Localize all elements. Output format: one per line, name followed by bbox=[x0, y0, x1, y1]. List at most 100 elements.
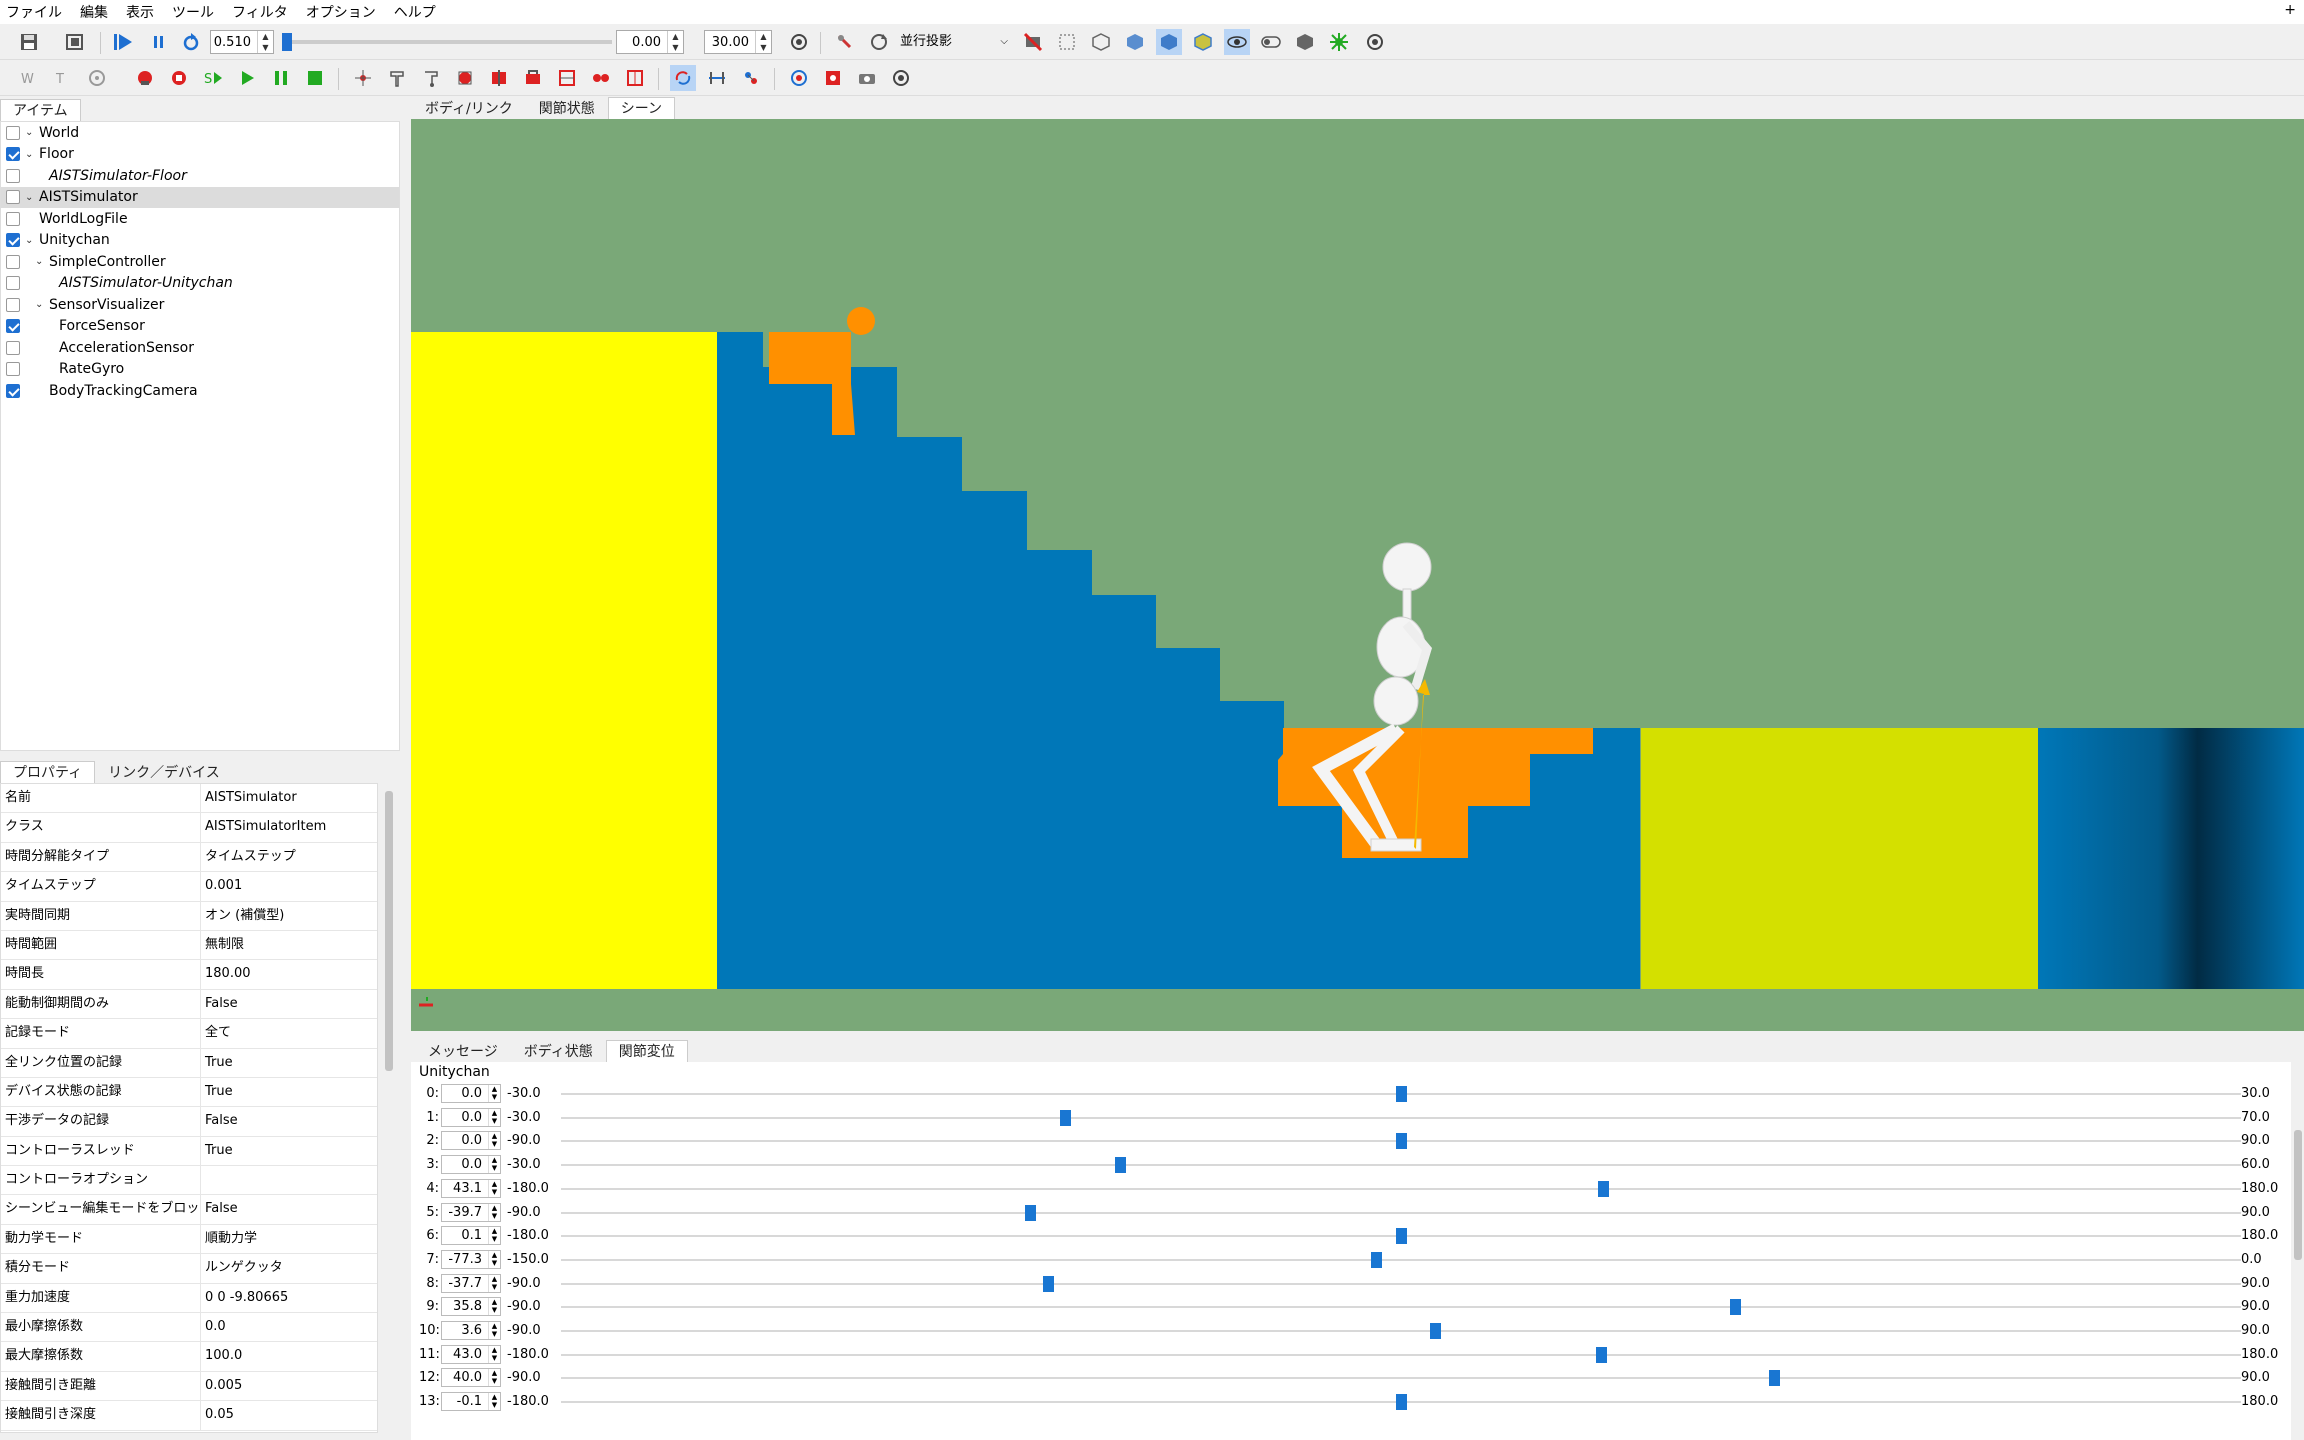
menu-edit[interactable]: 編集 bbox=[80, 2, 108, 22]
property-value[interactable]: 100.0 bbox=[201, 1342, 377, 1370]
joint-slider-thumb[interactable] bbox=[1429, 1323, 1441, 1339]
property-value[interactable]: 0.05 bbox=[201, 1401, 377, 1429]
solid-cube-icon[interactable] bbox=[1122, 29, 1148, 55]
tree-item[interactable]: ⌄ SimpleController bbox=[1, 251, 399, 273]
body-icon[interactable]: T bbox=[50, 65, 76, 91]
property-value[interactable]: False bbox=[201, 990, 377, 1018]
property-value[interactable]: 順動力学 bbox=[201, 1225, 377, 1253]
joint-value-field[interactable]: -0.1 ▲ ▼ bbox=[441, 1392, 501, 1412]
property-row[interactable]: 時間長 180.00 bbox=[1, 960, 377, 990]
joint-value-field[interactable]: 43.0 ▲ ▼ bbox=[441, 1344, 501, 1364]
light-icon[interactable] bbox=[1326, 29, 1352, 55]
tree-item-checkbox[interactable] bbox=[6, 147, 20, 162]
tree-item-checkbox[interactable] bbox=[6, 383, 20, 398]
expand-chevron-icon[interactable]: ⌄ bbox=[35, 299, 43, 310]
property-value[interactable]: ルンゲクッタ bbox=[201, 1254, 377, 1282]
tree-item[interactable]: AISTSimulator-Floor bbox=[1, 165, 399, 187]
property-value[interactable]: True bbox=[201, 1137, 377, 1165]
property-value[interactable]: 0.005 bbox=[201, 1372, 377, 1400]
tab-properties[interactable]: プロパティ bbox=[0, 761, 96, 783]
mesh-cube-icon[interactable] bbox=[1088, 29, 1114, 55]
expand-chevron-icon[interactable]: ⌄ bbox=[25, 149, 33, 160]
property-row[interactable]: シーンビュー編集モードをブロック False bbox=[1, 1195, 377, 1225]
tree-item[interactable]: ⌄ Unitychan bbox=[1, 230, 399, 252]
tab-scene[interactable]: シーン bbox=[607, 97, 676, 119]
spin-arrows-icon[interactable]: ▲ ▼ bbox=[488, 1250, 500, 1268]
spin-arrows-icon[interactable]: ▲ ▼ bbox=[488, 1132, 500, 1150]
spin-arrows-icon[interactable]: ▲ ▼ bbox=[488, 1156, 500, 1174]
spin-arrows-icon[interactable]: ▲ ▼ bbox=[488, 1227, 500, 1245]
joint-slider[interactable] bbox=[561, 1211, 2241, 1214]
tab-links-devices[interactable]: リンク／デバイス bbox=[95, 761, 233, 783]
box-icon[interactable] bbox=[1292, 29, 1318, 55]
joint-value-field[interactable]: 35.8 ▲ ▼ bbox=[441, 1297, 501, 1317]
tree-item[interactable]: ForceSensor bbox=[1, 316, 399, 338]
add-toolbar-button[interactable]: + bbox=[2284, 2, 2296, 18]
joint-value-field[interactable]: 0.0 ▲ ▼ bbox=[441, 1107, 501, 1127]
tab-joint-displacement[interactable]: 関節変位 bbox=[605, 1040, 688, 1062]
step-play-icon[interactable]: S bbox=[200, 65, 226, 91]
joint-value-field[interactable]: 43.1 ▲ ▼ bbox=[441, 1178, 501, 1198]
tree-item[interactable]: ⌄ SensorVisualizer bbox=[1, 294, 399, 316]
tree-item-checkbox[interactable] bbox=[6, 190, 20, 205]
joint-value-field[interactable]: 40.0 ▲ ▼ bbox=[441, 1368, 501, 1388]
start-simulation-icon[interactable] bbox=[110, 29, 136, 55]
expand-chevron-icon[interactable]: ⌄ bbox=[25, 235, 33, 246]
property-value[interactable]: 0.001 bbox=[201, 872, 377, 900]
property-scrollbar[interactable] bbox=[384, 783, 394, 1433]
joint-slider[interactable] bbox=[561, 1164, 2241, 1167]
property-row[interactable]: クラス AISTSimulatorItem bbox=[1, 813, 377, 843]
time-step-field[interactable]: 0.510 ▲ ▼ bbox=[210, 30, 274, 54]
joint-slider[interactable] bbox=[561, 1330, 2241, 1332]
fk-icon[interactable] bbox=[384, 65, 410, 91]
menu-help[interactable]: ヘルプ bbox=[394, 2, 436, 22]
capture-icon[interactable] bbox=[786, 65, 812, 91]
projection-select[interactable]: 並行投影 ⌵ bbox=[898, 30, 1012, 54]
joint-value-field[interactable]: 0.1 ▲ ▼ bbox=[441, 1226, 501, 1246]
property-row[interactable]: 最小摩擦係数 0.0 bbox=[1, 1313, 377, 1343]
tree-item-checkbox[interactable] bbox=[6, 362, 20, 377]
joint-value-field[interactable]: -77.3 ▲ ▼ bbox=[441, 1249, 501, 1269]
center-icon[interactable] bbox=[704, 65, 730, 91]
tree-item-checkbox[interactable] bbox=[6, 233, 20, 248]
cm-icon[interactable] bbox=[738, 65, 764, 91]
sync-icon[interactable] bbox=[670, 65, 696, 91]
collision-icon[interactable] bbox=[1020, 29, 1046, 55]
joint-value-field[interactable]: 0.0 ▲ ▼ bbox=[441, 1155, 501, 1175]
property-value[interactable]: 無制限 bbox=[201, 931, 377, 959]
property-value[interactable]: タイムステップ bbox=[201, 843, 377, 871]
menu-file[interactable]: ファイル bbox=[6, 2, 62, 22]
joint-slider-thumb[interactable] bbox=[1730, 1299, 1742, 1316]
spin-arrows-icon[interactable]: ▲ ▼ bbox=[488, 1393, 500, 1411]
joint-slider[interactable] bbox=[561, 1258, 2241, 1261]
property-value[interactable]: True bbox=[201, 1049, 377, 1077]
time-slider[interactable] bbox=[282, 33, 612, 51]
tree-item-checkbox[interactable] bbox=[6, 168, 20, 183]
expand-chevron-icon[interactable]: ⌄ bbox=[35, 256, 43, 267]
property-value[interactable]: オン (補償型) bbox=[201, 902, 377, 930]
joint-slider-thumb[interactable] bbox=[1768, 1370, 1780, 1387]
record-icon[interactable] bbox=[132, 65, 158, 91]
tab-body-link[interactable]: ボディ/リンク bbox=[412, 97, 526, 119]
property-row[interactable]: 最大摩擦係数 100.0 bbox=[1, 1342, 377, 1372]
property-value[interactable]: 0.0 bbox=[201, 1313, 377, 1341]
joint-slider[interactable] bbox=[561, 1353, 2241, 1356]
joint-slider-thumb[interactable] bbox=[1024, 1204, 1036, 1221]
eye-icon[interactable] bbox=[1224, 29, 1250, 55]
joint-slider-thumb[interactable] bbox=[1370, 1251, 1382, 1268]
menu-view[interactable]: 表示 bbox=[126, 2, 154, 22]
joint-slider-thumb[interactable] bbox=[1396, 1086, 1407, 1102]
property-value[interactable]: False bbox=[201, 1195, 377, 1223]
tree-item[interactable]: ⌄ AISTSimulator bbox=[1, 186, 399, 208]
property-row[interactable]: コントローラオプション bbox=[1, 1166, 377, 1196]
export-icon[interactable] bbox=[62, 29, 88, 55]
spin-arrows-icon[interactable]: ▲ ▼ bbox=[488, 1322, 500, 1339]
tree-item-checkbox[interactable] bbox=[6, 254, 20, 269]
tab-messages[interactable]: メッセージ bbox=[415, 1040, 511, 1062]
property-row[interactable]: 時間分解能タイプ タイムステップ bbox=[1, 842, 377, 873]
joint-value-field[interactable]: 0.0 ▲ ▼ bbox=[441, 1084, 501, 1103]
rotate-view-icon[interactable] bbox=[866, 29, 892, 55]
tree-item-checkbox[interactable] bbox=[6, 125, 20, 140]
spin-arrows-icon[interactable]: ▲ ▼ bbox=[488, 1179, 500, 1197]
joint-value-field[interactable]: 0.0 ▲ ▼ bbox=[441, 1131, 501, 1151]
